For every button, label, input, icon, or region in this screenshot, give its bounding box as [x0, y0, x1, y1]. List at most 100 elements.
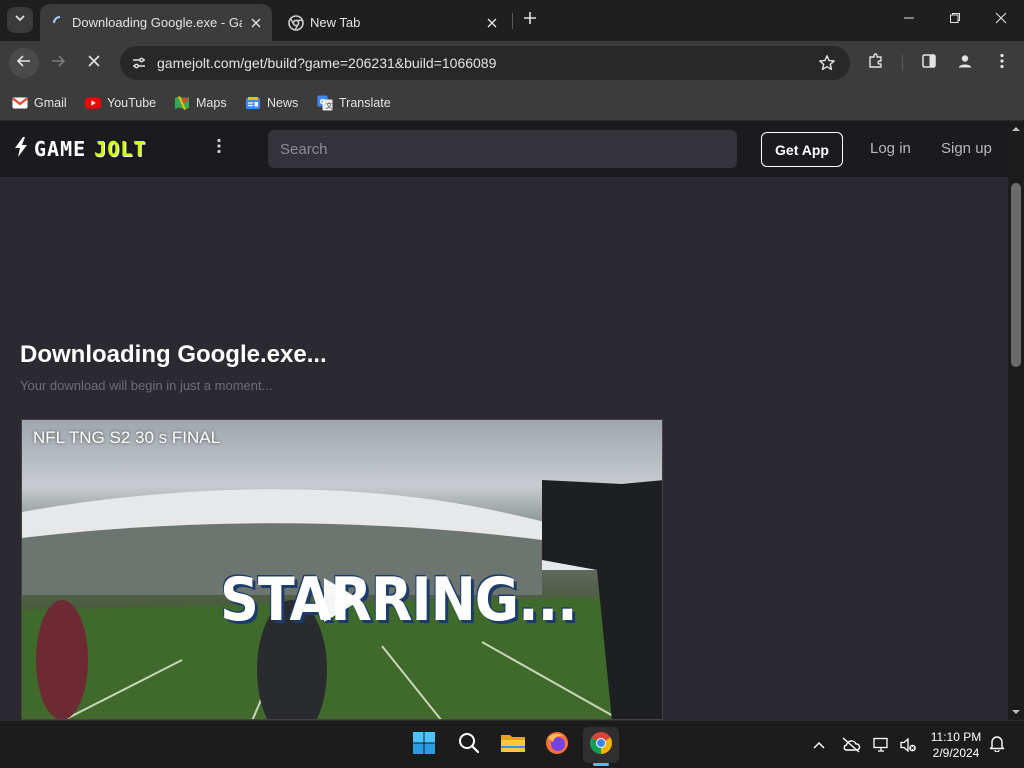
bookmark-translate[interactable]: G文 Translate [317, 91, 391, 115]
close-icon [995, 11, 1007, 29]
arrow-right-icon [50, 53, 66, 74]
extensions-button[interactable] [863, 50, 889, 76]
scrollbar-thumb[interactable] [1011, 183, 1021, 367]
gmail-icon [12, 95, 28, 111]
minimize-icon [903, 11, 915, 29]
tab-downloading[interactable]: Downloading Google.exe - Game Jolt [40, 4, 272, 41]
bookmark-maps[interactable]: Maps [174, 91, 227, 115]
loading-spinner-icon [52, 15, 68, 31]
bookmark-gmail[interactable]: Gmail [12, 91, 67, 115]
tab-separator [512, 13, 513, 29]
file-explorer-button[interactable] [495, 727, 531, 763]
chrome-icon [288, 14, 304, 31]
site-search-input[interactable] [268, 130, 737, 168]
clock-time: 11:10 PM [930, 730, 982, 744]
restore-button[interactable] [940, 5, 970, 35]
bookmark-label: Maps [196, 96, 227, 110]
profile-icon [956, 52, 974, 75]
bookmark-star-icon[interactable] [816, 52, 838, 74]
play-icon [320, 575, 364, 630]
get-app-button[interactable]: Get App [761, 132, 843, 167]
lightning-bolt-icon [14, 136, 28, 162]
chrome-menu-button[interactable] [989, 50, 1015, 76]
bookmark-news[interactable]: News [245, 91, 298, 115]
clock-date: 2/9/2024 [932, 746, 980, 760]
tab-title: Downloading Google.exe - Game Jolt [72, 15, 242, 30]
tab-search-button[interactable] [7, 7, 33, 33]
network-icon[interactable] [872, 735, 892, 755]
site-header: GAME JOLT Get App Log in Sign up [0, 121, 1008, 177]
side-panel-icon [921, 53, 937, 74]
arrow-left-icon [16, 53, 32, 74]
video-title: NFL TNG S2 30 s FINAL [33, 428, 221, 447]
translate-icon: G文 [317, 95, 333, 111]
toolbar-separator [902, 55, 903, 71]
bell-icon [989, 734, 1005, 757]
video-caption: STARRING... [220, 564, 578, 635]
close-window-button[interactable] [986, 5, 1016, 35]
svg-text:文: 文 [326, 101, 333, 110]
web-page: GAME JOLT Get App Log in Sign up Downloa… [0, 121, 1008, 720]
url-text: gamejolt.com/get/build?game=206231&build… [157, 55, 497, 71]
windows-taskbar: 11:10 PM 2/9/2024 [0, 720, 1024, 768]
volume-muted-icon[interactable] [898, 735, 918, 755]
site-menu-button[interactable] [208, 135, 230, 161]
onedrive-offline-icon[interactable] [841, 735, 861, 755]
page-subtitle: Your download will begin in just a momen… [20, 378, 273, 393]
tab-title: New Tab [310, 15, 361, 30]
side-panel-button[interactable] [916, 50, 942, 76]
new-tab-button[interactable] [518, 8, 542, 32]
forward-button[interactable] [43, 48, 73, 78]
bookmark-label: YouTube [107, 96, 157, 110]
site-info-icon[interactable] [128, 52, 150, 74]
chrome-icon [589, 731, 613, 760]
login-link[interactable]: Log in [870, 140, 911, 157]
back-button[interactable] [9, 48, 39, 78]
tab-new-tab[interactable]: New Tab [276, 4, 508, 41]
maps-icon [174, 95, 190, 111]
logo-text-game: GAME [34, 137, 87, 161]
start-button[interactable] [406, 727, 442, 763]
play-button[interactable] [312, 576, 372, 628]
notifications-button[interactable] [987, 735, 1007, 755]
close-tab-icon[interactable] [248, 15, 264, 31]
page-title: Downloading Google.exe... [20, 341, 327, 368]
video-player[interactable]: NFL TNG S2 30 s FINAL STARRING... [21, 419, 663, 720]
show-hidden-icons-button[interactable] [809, 735, 829, 755]
gamejolt-logo[interactable]: GAME JOLT [14, 136, 147, 162]
bookmarks-bar: Gmail YouTube Maps News G文 Translate [0, 85, 1024, 121]
profile-button[interactable] [952, 50, 978, 76]
puzzle-icon [867, 52, 885, 75]
news-icon [245, 95, 261, 111]
logo-text-jolt: JOLT [94, 137, 147, 161]
browser-toolbar: gamejolt.com/get/build?game=206231&build… [0, 41, 1024, 85]
signup-link[interactable]: Sign up [941, 140, 992, 157]
kebab-menu-icon [1000, 53, 1004, 74]
tab-strip: Downloading Google.exe - Game Jolt New T… [0, 0, 1024, 41]
chevron-down-icon [14, 11, 26, 29]
minimize-button[interactable] [894, 5, 924, 35]
file-explorer-icon [500, 732, 526, 759]
firefox-icon [545, 731, 569, 760]
search-icon [458, 732, 480, 759]
youtube-icon [85, 95, 101, 111]
active-app-indicator [593, 763, 609, 766]
bookmark-label: News [267, 96, 299, 110]
firefox-button[interactable] [539, 727, 575, 763]
stop-loading-button[interactable] [79, 48, 109, 78]
page-scrollbar[interactable] [1008, 121, 1024, 720]
taskbar-clock[interactable]: 11:10 PM 2/9/2024 [928, 729, 984, 761]
chrome-taskbar-button[interactable] [583, 727, 619, 763]
plus-icon [523, 11, 537, 30]
bookmark-youtube[interactable]: YouTube [85, 91, 156, 115]
bookmark-label: Translate [339, 96, 391, 110]
scroll-down-icon[interactable] [1008, 704, 1024, 720]
address-bar[interactable]: gamejolt.com/get/build?game=206231&build… [120, 46, 850, 80]
kebab-menu-icon [217, 138, 221, 159]
bookmark-label: Gmail [34, 96, 67, 110]
taskbar-search-button[interactable] [451, 727, 487, 763]
restore-icon [949, 11, 961, 29]
scroll-up-icon[interactable] [1008, 121, 1024, 137]
start-icon [412, 731, 436, 760]
close-tab-icon[interactable] [484, 15, 500, 31]
